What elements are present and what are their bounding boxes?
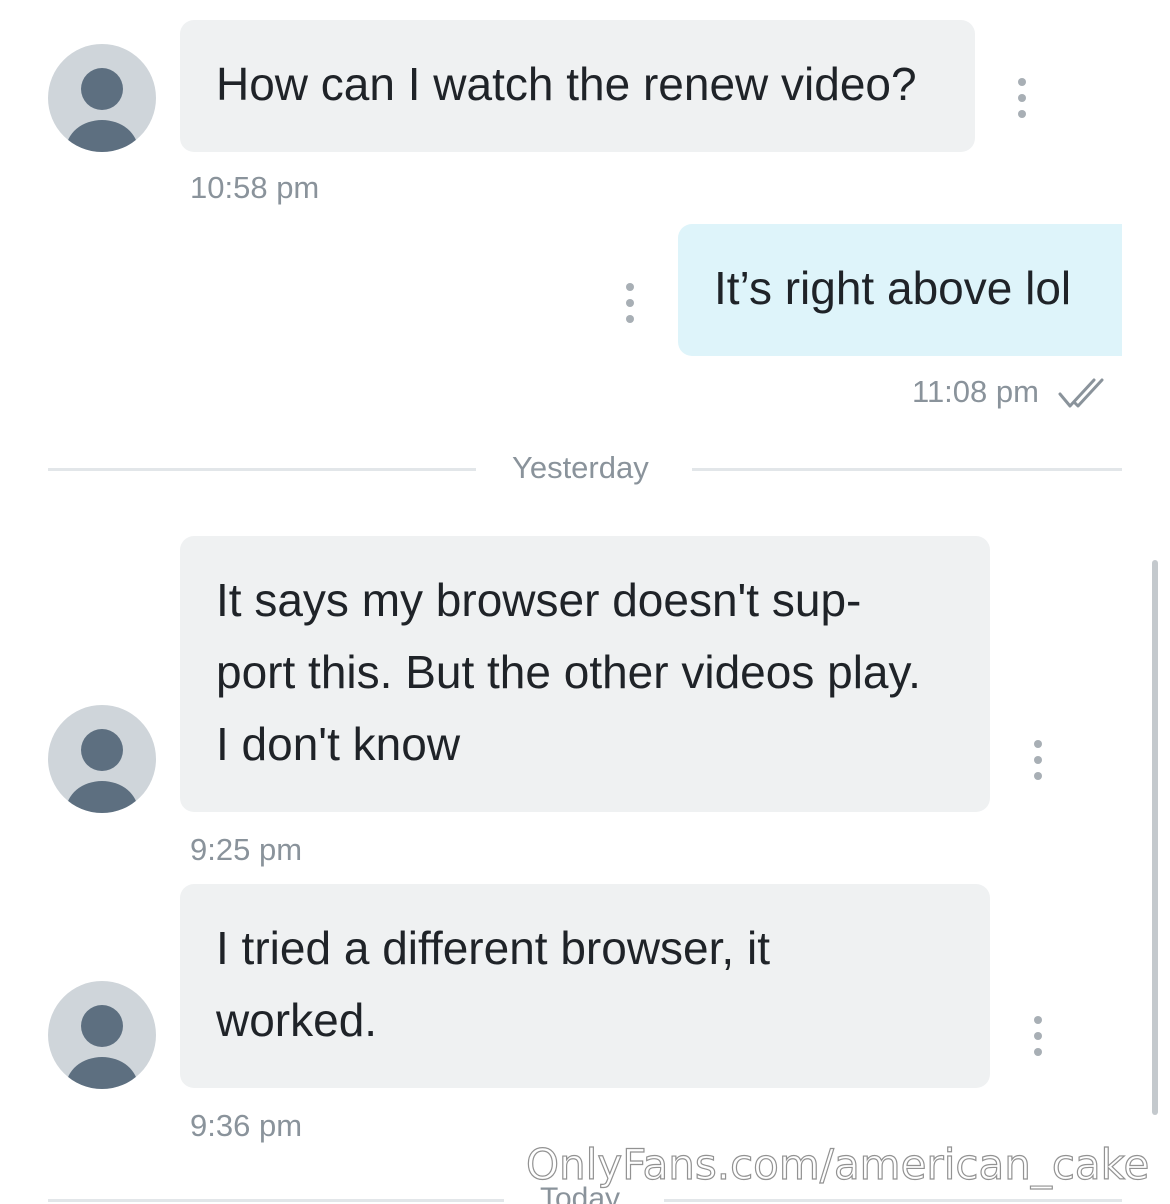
day-divider-line xyxy=(664,1199,1122,1202)
avatar-head-icon xyxy=(81,68,123,110)
message-more-options-icon[interactable] xyxy=(620,283,640,323)
day-divider-line xyxy=(48,468,476,471)
scrollbar[interactable] xyxy=(1152,560,1158,1115)
avatar-head-icon xyxy=(81,729,123,771)
message-bubble-outgoing[interactable]: It’s right above lol xyxy=(678,224,1122,356)
message-timestamp: 10:58 pm xyxy=(190,170,320,205)
message-bubble-incoming[interactable]: I tried a different browser, it worked. xyxy=(180,884,990,1088)
avatar[interactable] xyxy=(48,44,156,152)
message-text: How can I watch the renew video? xyxy=(216,58,917,110)
message-text: It’s right above lol xyxy=(714,262,1072,314)
message-timestamp: 9:25 pm xyxy=(190,832,303,867)
day-divider-line xyxy=(48,1199,504,1202)
avatar-body-icon xyxy=(66,120,138,152)
day-divider-line xyxy=(692,468,1122,471)
day-separator-label: Yesterday xyxy=(512,450,649,485)
avatar[interactable] xyxy=(48,705,156,813)
message-bubble-incoming[interactable]: How can I watch the renew video? xyxy=(180,20,975,152)
avatar-head-icon xyxy=(81,1005,123,1047)
message-more-options-icon[interactable] xyxy=(1028,740,1048,780)
double-check-icon xyxy=(1058,378,1104,408)
avatar-body-icon xyxy=(66,781,138,813)
message-timestamp: 11:08 pm xyxy=(912,374,1039,409)
message-text: It says my browser doesn't sup- port thi… xyxy=(216,574,921,770)
avatar[interactable] xyxy=(48,981,156,1089)
message-text: I tried a different browser, it worked. xyxy=(216,922,770,1046)
message-bubble-incoming[interactable]: It says my browser doesn't sup- port thi… xyxy=(180,536,990,812)
message-more-options-icon[interactable] xyxy=(1028,1016,1048,1056)
watermark-text: OnlyFans.com/american_cake xyxy=(525,1139,1150,1189)
message-more-options-icon[interactable] xyxy=(1012,78,1032,118)
message-timestamp: 9:36 pm xyxy=(190,1108,303,1143)
cropped-header-fragment xyxy=(990,0,1100,4)
avatar-body-icon xyxy=(66,1057,138,1089)
